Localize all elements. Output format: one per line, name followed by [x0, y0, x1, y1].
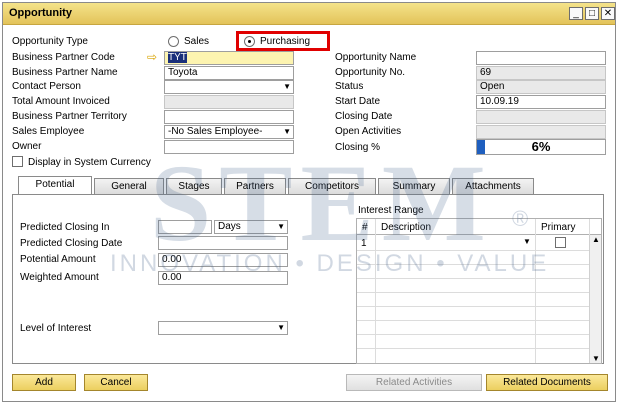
owner-label: Owner	[12, 141, 42, 152]
contact-dropdown[interactable]	[164, 80, 294, 94]
display-currency-label: Display in System Currency	[28, 157, 151, 168]
closing-pct-bar[interactable]: 6%	[476, 139, 606, 155]
interest-range-grid: # Description Primary 1 ▼ ▲ ▼	[356, 218, 602, 364]
closing-date-field	[476, 110, 606, 124]
close-button[interactable]: ✕	[601, 7, 615, 20]
bp-name-label: Business Partner Name	[12, 67, 118, 78]
radio-sales-label[interactable]: Sales	[184, 36, 209, 47]
sales-employee-label: Sales Employee	[12, 126, 85, 137]
total-invoiced-field	[164, 95, 294, 109]
maximize-button[interactable]: □	[585, 7, 599, 20]
open-activities-field	[476, 125, 606, 139]
pred-closing-date-label: Predicted Closing Date	[20, 238, 123, 249]
opp-no-label: Opportunity No.	[335, 67, 406, 78]
pred-closing-in-label: Predicted Closing In	[20, 222, 110, 233]
interest-range-label: Interest Range	[358, 205, 424, 216]
tab-partners[interactable]: Partners	[224, 178, 286, 194]
sales-employee-dropdown[interactable]: -No Sales Employee-	[164, 125, 294, 139]
opportunity-type-label: Opportunity Type	[12, 36, 88, 47]
territory-field[interactable]	[164, 110, 294, 124]
scroll-up-icon[interactable]: ▲	[592, 235, 600, 244]
minimize-button[interactable]: _	[569, 7, 583, 20]
start-date-label: Start Date	[335, 96, 381, 107]
bp-code-field[interactable]: TYT	[164, 51, 294, 65]
potential-amount-label: Potential Amount	[20, 254, 96, 265]
level-of-interest-label: Level of Interest	[20, 323, 92, 334]
bp-code-label: Business Partner Code	[12, 52, 115, 63]
tab-competitors[interactable]: Competitors	[288, 178, 376, 194]
opp-no-field: 69	[476, 66, 606, 80]
weighted-amount-field[interactable]: 0.00	[158, 271, 288, 285]
grid-header-primary: Primary	[541, 222, 576, 233]
grid-row-num: 1	[361, 238, 367, 249]
level-of-interest-dropdown[interactable]	[158, 321, 288, 335]
start-date-field[interactable]: 10.09.19	[476, 95, 606, 109]
closing-pct-label: Closing %	[335, 142, 381, 153]
tab-summary[interactable]: Summary	[378, 178, 450, 194]
pred-closing-date-field[interactable]	[158, 236, 288, 250]
bp-code-value: TYT	[168, 52, 187, 63]
highlight-box	[236, 31, 330, 51]
weighted-amount-label: Weighted Amount	[20, 272, 99, 283]
contact-label: Contact Person	[12, 81, 81, 92]
row-dropdown-icon[interactable]: ▼	[523, 237, 531, 246]
total-invoiced-label: Total Amount Invoiced	[12, 96, 110, 107]
status-field: Open	[476, 80, 606, 94]
grid-header-num: #	[362, 222, 368, 233]
window-title: Opportunity	[9, 7, 72, 19]
table-row[interactable]: 1 ▼	[357, 236, 589, 250]
title-bar[interactable]: Opportunity _ □ ✕	[3, 3, 615, 25]
territory-label: Business Partner Territory	[12, 111, 127, 122]
potential-amount-field[interactable]: 0.00	[158, 253, 288, 267]
grid-header: # Description Primary	[357, 219, 601, 235]
tab-potential[interactable]: Potential	[18, 176, 92, 195]
closing-pct-value: 6%	[531, 139, 551, 154]
cancel-button[interactable]: Cancel	[84, 374, 148, 391]
bp-name-field[interactable]: Toyota	[164, 66, 294, 80]
add-button[interactable]: Add	[12, 374, 76, 391]
radio-sales[interactable]	[168, 36, 179, 47]
pred-closing-unit-dropdown[interactable]: Days	[214, 220, 288, 234]
status-label: Status	[335, 81, 364, 92]
link-arrow-icon[interactable]: ⇨	[147, 50, 157, 64]
grid-header-description: Description	[381, 222, 432, 233]
display-currency-checkbox[interactable]	[12, 156, 23, 167]
owner-field[interactable]	[164, 140, 294, 154]
grid-scrollbar[interactable]: ▲ ▼	[589, 235, 601, 363]
opp-name-field[interactable]	[476, 51, 606, 65]
closing-date-label: Closing Date	[335, 111, 393, 122]
tab-general[interactable]: General	[94, 178, 164, 194]
related-activities-button[interactable]: Related Activities	[346, 374, 482, 391]
grid-row-primary-checkbox[interactable]	[555, 237, 566, 248]
scroll-down-icon[interactable]: ▼	[592, 354, 600, 363]
open-activities-label: Open Activities	[335, 126, 402, 137]
tab-stages[interactable]: Stages	[166, 178, 222, 194]
pred-closing-in-field[interactable]	[158, 220, 212, 234]
opp-name-label: Opportunity Name	[335, 52, 417, 63]
tab-attachments[interactable]: Attachments	[452, 178, 534, 194]
related-documents-button[interactable]: Related Documents	[486, 374, 608, 391]
